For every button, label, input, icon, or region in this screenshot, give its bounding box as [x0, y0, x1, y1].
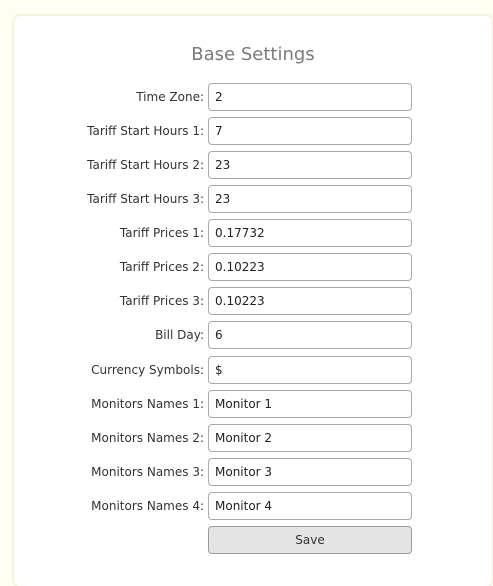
row-tariff-prices-3: Tariff Prices 3:: [14, 287, 492, 315]
label-currency-symbols: Currency Symbols:: [91, 363, 204, 377]
row-monitors-names-3: Monitors Names 3:: [14, 458, 492, 486]
page-title: Base Settings: [191, 44, 315, 65]
label-bill-day: Bill Day:: [155, 328, 204, 342]
label-monitors-names-3: Monitors Names 3:: [91, 465, 204, 479]
label-monitors-names-1: Monitors Names 1:: [91, 397, 204, 411]
row-tariff-prices-2: Tariff Prices 2:: [14, 253, 492, 281]
row-tariff-start-hours-3: Tariff Start Hours 3:: [14, 185, 492, 213]
label-tariff-start-hours-3: Tariff Start Hours 3:: [87, 192, 204, 206]
tariff-start-hours-3-input[interactable]: [208, 185, 412, 213]
label-tariff-prices-3: Tariff Prices 3:: [119, 294, 204, 308]
row-currency-symbols: Currency Symbols:: [14, 356, 492, 384]
monitors-names-2-input[interactable]: [208, 424, 412, 452]
row-tariff-start-hours-2: Tariff Start Hours 2:: [14, 151, 492, 179]
currency-symbols-input[interactable]: [208, 356, 412, 384]
label-tariff-start-hours-1: Tariff Start Hours 1:: [87, 124, 204, 138]
row-tariff-prices-1: Tariff Prices 1:: [14, 219, 492, 247]
label-tariff-start-hours-2: Tariff Start Hours 2:: [87, 158, 204, 172]
tariff-prices-3-input[interactable]: [208, 287, 412, 315]
tariff-prices-1-input[interactable]: [208, 219, 412, 247]
monitors-names-3-input[interactable]: [208, 458, 412, 486]
time-zone-input[interactable]: [208, 83, 412, 111]
settings-card: Base Settings Time Zone: Tariff Start Ho…: [14, 16, 492, 586]
row-monitors-names-4: Monitors Names 4:: [14, 492, 492, 520]
row-monitors-names-2: Monitors Names 2:: [14, 424, 492, 452]
monitors-names-1-input[interactable]: [208, 390, 412, 418]
tariff-prices-2-input[interactable]: [208, 253, 412, 281]
label-monitors-names-2: Monitors Names 2:: [91, 431, 204, 445]
tariff-start-hours-2-input[interactable]: [208, 151, 412, 179]
label-monitors-names-4: Monitors Names 4:: [91, 499, 204, 513]
label-tariff-prices-1: Tariff Prices 1:: [119, 226, 204, 240]
row-bill-day: Bill Day:: [14, 321, 492, 349]
tariff-start-hours-1-input[interactable]: [208, 117, 412, 145]
label-time-zone: Time Zone:: [136, 90, 204, 104]
row-monitors-names-1: Monitors Names 1:: [14, 390, 492, 418]
monitors-names-4-input[interactable]: [208, 492, 412, 520]
label-tariff-prices-2: Tariff Prices 2:: [119, 260, 204, 274]
save-button[interactable]: Save: [208, 526, 412, 554]
row-tariff-start-hours-1: Tariff Start Hours 1:: [14, 117, 492, 145]
bill-day-input[interactable]: [208, 321, 412, 349]
row-time-zone: Time Zone:: [14, 83, 492, 111]
